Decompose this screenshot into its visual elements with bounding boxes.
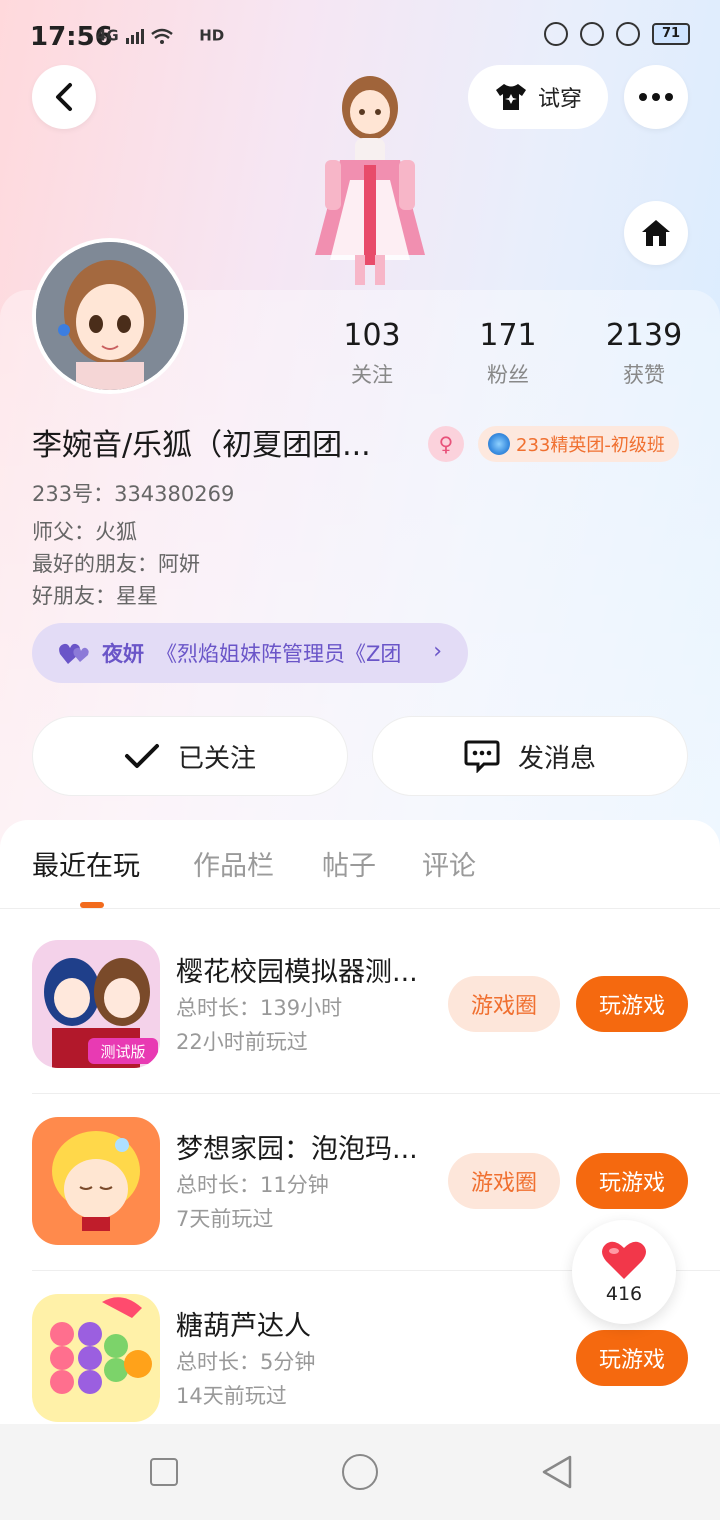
back-nav-icon[interactable] [540, 1454, 574, 1490]
tab-recently-played[interactable]: 最近在玩 [32, 844, 140, 883]
game-circle-button[interactable]: 游戏圈 [448, 1153, 560, 1209]
more-button[interactable] [624, 65, 688, 129]
home-button[interactable] [624, 201, 688, 265]
tab-comments[interactable]: 评论 [422, 844, 476, 883]
badge-gem-icon [488, 433, 510, 455]
like-count: 416 [605, 1283, 643, 1305]
check-icon [124, 744, 159, 768]
home-icon [642, 220, 670, 246]
signal-icon: 4G HD [96, 26, 224, 46]
game-icon: 测试版 [32, 940, 160, 1068]
game-last-played: 14天前玩过 [176, 1384, 287, 1408]
status-bar: 17:56 4G HD 71 [0, 0, 720, 72]
tab-divider [0, 908, 720, 909]
home-nav-icon[interactable] [342, 1454, 378, 1490]
stat-likes[interactable]: 2139 获赞 [584, 318, 704, 389]
chat-bubble-icon [464, 740, 500, 773]
game-last-played: 7天前玩过 [176, 1207, 274, 1231]
game-icon [32, 1294, 160, 1422]
bio-line-friend: 好朋友：星星 [32, 584, 158, 608]
game-duration: 总时长：139小时 [176, 996, 343, 1020]
stat-following[interactable]: 103 关注 [312, 318, 432, 389]
system-nav-bar [0, 1424, 720, 1520]
row-divider [32, 1093, 720, 1094]
stat-likes-value: 2139 [605, 318, 683, 353]
group-badge-label: 233精英团-初级班 [516, 435, 665, 456]
battery-icon: 71 [652, 23, 690, 45]
chevron-right-icon: › [433, 639, 442, 664]
profile-name: 李婉音/乐狐（初夏团团... [32, 428, 371, 463]
followed-button[interactable]: 已关注 [32, 716, 348, 796]
vibrate-icon [544, 22, 568, 46]
profile-avatar[interactable] [32, 238, 188, 394]
try-on-button[interactable]: 试穿 [468, 65, 608, 129]
game-duration: 总时长：11分钟 [176, 1173, 329, 1197]
alarm-icon [616, 22, 640, 46]
double-heart-icon [59, 643, 89, 664]
stat-following-label: 关注 [351, 363, 393, 387]
stat-fans-label: 粉丝 [487, 363, 529, 387]
group-badge[interactable]: 233精英团-初级班 [478, 426, 679, 462]
relation-name: 夜妍 [102, 642, 144, 666]
stat-likes-label: 获赞 [623, 363, 665, 387]
game-title: 梦想家园：泡泡玛... [176, 1134, 418, 1165]
shirt-icon [495, 84, 526, 110]
status-right: 71 [544, 22, 690, 46]
try-on-label: 试穿 [537, 87, 582, 112]
game-circle-button[interactable]: 游戏圈 [448, 976, 560, 1032]
heart-icon [602, 1241, 646, 1279]
recent-apps-icon[interactable] [150, 1458, 178, 1486]
game-title: 糖葫芦达人 [176, 1311, 311, 1342]
game-last-played: 22小时前玩过 [176, 1030, 308, 1054]
play-game-button[interactable]: 玩游戏 [576, 976, 688, 1032]
game-item[interactable]: 测试版 樱花校园模拟器测... 总时长：139小时 22小时前玩过 游戏圈 玩游… [0, 940, 720, 1116]
tab-posts[interactable]: 帖子 [322, 844, 376, 883]
hd-label: HD [199, 26, 225, 45]
stat-fans[interactable]: 171 粉丝 [448, 318, 568, 389]
lock-rotation-icon [580, 22, 604, 46]
female-gender-icon: ♀ [428, 426, 464, 462]
send-message-label: 发消息 [517, 743, 596, 774]
user-id: 233号：334380269 [32, 482, 235, 506]
send-message-button[interactable]: 发消息 [372, 716, 688, 796]
play-game-button[interactable]: 玩游戏 [576, 1153, 688, 1209]
character-avatar-3d [300, 70, 440, 290]
game-duration: 总时长：5分钟 [176, 1350, 316, 1374]
like-button[interactable]: 416 [572, 1220, 676, 1324]
tab-works[interactable]: 作品栏 [193, 844, 274, 883]
relation-pill[interactable]: 夜妍 《烈焰姐妹阵管理员《Z团 › [32, 623, 468, 683]
game-icon-tag: 测试版 [100, 1043, 145, 1061]
play-game-button[interactable]: 玩游戏 [576, 1330, 688, 1386]
network-label: 4G [96, 26, 119, 45]
stat-following-value: 103 [343, 318, 401, 353]
followed-label: 已关注 [177, 743, 256, 774]
stat-fans-value: 171 [479, 318, 537, 353]
relation-text: 《烈焰姐妹阵管理员《Z团 [156, 642, 402, 666]
more-dots-icon [639, 93, 673, 101]
bio-line-master: 师父：火狐 [32, 520, 137, 544]
game-icon [32, 1117, 160, 1245]
game-title: 樱花校园模拟器测... [176, 957, 418, 988]
chevron-left-icon [56, 83, 72, 111]
bio-line-best-friend: 最好的朋友：阿妍 [32, 552, 200, 576]
back-button[interactable] [32, 65, 96, 129]
